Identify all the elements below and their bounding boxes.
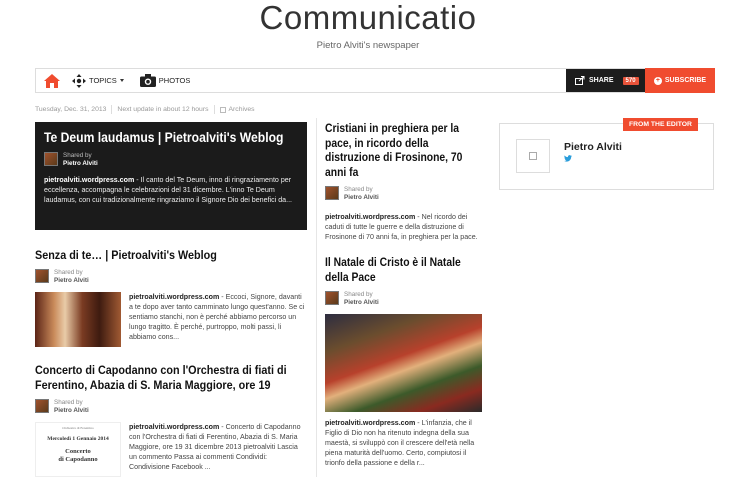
story-card[interactable]: Il Natale di Cristo è il Natale della Pa… [325, 256, 485, 468]
topics-menu[interactable]: TOPICS [72, 69, 124, 92]
poster-caption: Orchestra di Ferentino [62, 426, 94, 430]
story-excerpt: pietroalviti.wordpress.com - L'infanzia,… [325, 418, 485, 468]
shared-by: Shared by Pietro Alviti [44, 152, 298, 168]
story-card[interactable]: Cristiani in preghiera per la pace, in r… [325, 122, 485, 242]
avatar [35, 399, 49, 413]
broken-image-icon [529, 152, 537, 160]
share-label: SHARE [589, 77, 614, 84]
avatar [325, 186, 339, 200]
camera-icon [139, 74, 156, 87]
subscribe-label: SUBSCRIBE [664, 77, 707, 84]
story-image[interactable]: Orchestra di Ferentino Mercoledì 1 Genna… [35, 422, 121, 477]
meta-bar: Tuesday, Dec. 31, 2013 Next update in ab… [35, 105, 255, 114]
story-excerpt: pietroalviti.wordpress.com - Eccoci, Sig… [129, 292, 307, 347]
shared-by-label: Shared by [344, 291, 373, 298]
story-excerpt: pietroalviti.wordpress.com - Nel ricordo… [325, 212, 485, 242]
story-source[interactable]: pietroalviti.wordpress.com [129, 293, 219, 301]
shared-by-author[interactable]: Pietro Alviti [54, 407, 89, 415]
next-update: Next update in about 12 hours [117, 106, 209, 113]
avatar [44, 152, 58, 166]
photos-link[interactable]: PHOTOS [139, 69, 191, 92]
shared-by-author[interactable]: Pietro Alviti [63, 160, 98, 168]
editor-name[interactable]: Pietro Alviti [564, 141, 622, 153]
avatar [325, 291, 339, 305]
story-title[interactable]: Cristiani in preghiera per la pace, in r… [325, 122, 485, 180]
home-icon [44, 73, 60, 88]
story-excerpt: pietroalviti.wordpress.com - Il canto de… [44, 175, 298, 205]
poster-title: Concerto di Capodanno [36, 448, 120, 464]
chevron-down-icon [119, 79, 124, 82]
avatar[interactable] [516, 139, 550, 173]
shared-by: Shared by Pietro Alviti [325, 291, 485, 307]
story-source[interactable]: pietroalviti.wordpress.com [325, 213, 415, 221]
shared-by-author[interactable]: Pietro Alviti [344, 194, 379, 202]
shared-by-author[interactable]: Pietro Alviti [54, 277, 89, 285]
shared-by-label: Shared by [63, 152, 92, 159]
archives-link[interactable]: Archives [229, 106, 255, 113]
plus-icon: + [653, 76, 662, 85]
calendar-icon [219, 106, 226, 113]
poster-date: Mercoledì 1 Gennaio 2014 [47, 436, 109, 442]
avatar [35, 269, 49, 283]
shared-by-label: Shared by [54, 269, 83, 276]
shared-by: Shared by Pietro Alviti [325, 186, 485, 202]
site-title[interactable]: Communicatio [0, 0, 736, 36]
story-card[interactable]: Concerto di Capodanno con l'Orchestra di… [35, 363, 307, 477]
story-source[interactable]: pietroalviti.wordpress.com [44, 176, 134, 184]
poster-title-line: di Capodanno [58, 456, 98, 463]
masthead: Communicatio Pietro Alviti's newspaper [0, 0, 736, 51]
shared-by-label: Shared by [344, 186, 373, 193]
twitter-icon[interactable] [564, 155, 572, 162]
divider [213, 105, 215, 114]
left-column: Te Deum laudamus | Pietroalviti's Weblog… [35, 122, 307, 477]
story-excerpt: pietroalviti.wordpress.com - Concerto di… [129, 422, 307, 477]
subscribe-button[interactable]: + SUBSCRIBE [645, 68, 715, 93]
issue-date: Tuesday, Dec. 31, 2013 [35, 106, 107, 113]
navbar: TOPICS PHOTOS SHARE 570 + SUBSCRIBE [35, 68, 715, 93]
column-divider [316, 118, 317, 477]
story-card[interactable]: Senza di te… | Pietroalviti's Weblog Sha… [35, 248, 307, 347]
site-subtitle: Pietro Alviti's newspaper [316, 40, 420, 51]
topics-label: TOPICS [89, 76, 117, 85]
divider [111, 105, 113, 114]
story-source[interactable]: pietroalviti.wordpress.com [325, 419, 415, 427]
story-title[interactable]: Senza di te… | Pietroalviti's Weblog [35, 248, 305, 263]
photos-label: PHOTOS [158, 76, 191, 85]
shared-by: Shared by Pietro Alviti [35, 269, 307, 285]
story-image[interactable] [325, 314, 482, 412]
story-image[interactable] [35, 292, 121, 347]
home-button[interactable] [36, 69, 68, 92]
middle-column: Cristiani in preghiera per la pace, in r… [325, 122, 485, 468]
story-title[interactable]: Concerto di Capodanno con l'Orchestra di… [35, 363, 305, 393]
poster-title-line: Concerto [65, 448, 91, 455]
editor-widget: FROM THE EDITOR Pietro Alviti [499, 118, 714, 190]
share-icon [575, 76, 585, 85]
featured-story[interactable]: Te Deum laudamus | Pietroalviti's Weblog… [35, 122, 307, 230]
from-editor-badge: FROM THE EDITOR [623, 118, 698, 131]
story-title[interactable]: Te Deum laudamus | Pietroalviti's Weblog [44, 129, 283, 146]
story-title[interactable]: Il Natale di Cristo è il Natale della Pa… [325, 256, 485, 285]
share-count-badge: 570 [622, 76, 639, 85]
shared-by-label: Shared by [54, 399, 83, 406]
story-source[interactable]: pietroalviti.wordpress.com [129, 423, 219, 431]
shared-by-author[interactable]: Pietro Alviti [344, 299, 379, 307]
shared-by: Shared by Pietro Alviti [35, 399, 307, 415]
topics-icon [72, 73, 86, 88]
